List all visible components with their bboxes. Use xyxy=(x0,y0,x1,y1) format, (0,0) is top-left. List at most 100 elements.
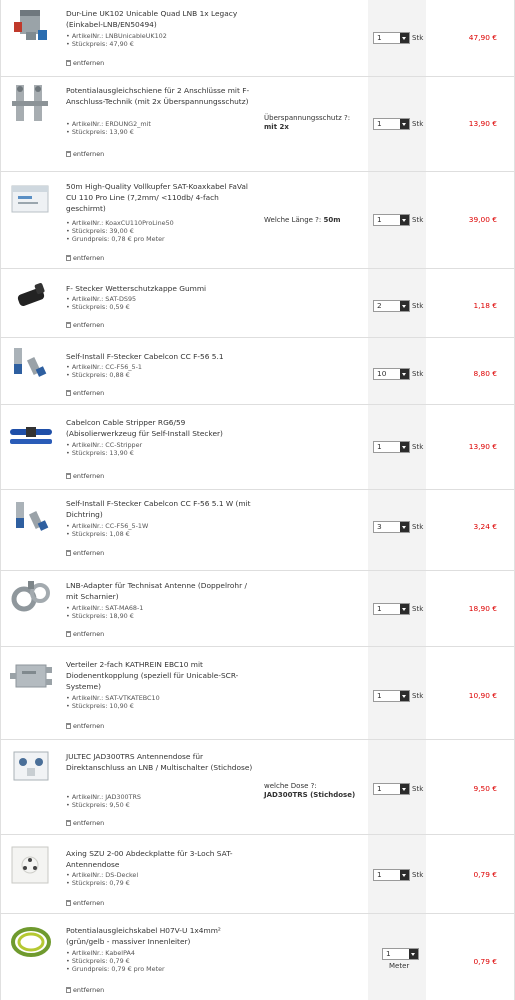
cart-item-row: Dur-Line UK102 Unicable Quad LNB 1x Lega… xyxy=(0,0,515,77)
f-connector-icon[interactable] xyxy=(8,344,54,384)
item-title[interactable]: Axing SZU 2-00 Abdeckplatte für 3-Loch S… xyxy=(66,848,256,870)
item-unit-price: Stückpreis: 39,00 € xyxy=(66,227,256,235)
trash-icon xyxy=(66,151,71,157)
cable-box-icon[interactable] xyxy=(8,180,54,220)
remove-link[interactable]: entfernen xyxy=(66,549,104,557)
rubber-cap-icon[interactable] xyxy=(8,277,54,317)
quantity-unit: Stk xyxy=(412,871,424,879)
grounding-block-icon[interactable] xyxy=(8,83,54,123)
chevron-down-icon xyxy=(400,369,409,379)
item-title[interactable]: LNB-Adapter für Technisat Antenne (Doppe… xyxy=(66,580,256,602)
quantity-unit: Meter xyxy=(389,962,410,970)
remove-link[interactable]: entfernen xyxy=(66,899,104,907)
cart-table: Dur-Line UK102 Unicable Quad LNB 1x Lega… xyxy=(0,0,515,1000)
item-total-price: 1,18 € xyxy=(473,301,497,310)
quantity-unit: Stk xyxy=(412,34,424,42)
item-title[interactable]: F- Stecker Wetterschutzkappe Gummi xyxy=(66,283,256,294)
remove-link[interactable]: entfernen xyxy=(66,59,104,67)
cover-plate-icon[interactable] xyxy=(8,845,54,885)
item-total-price: 13,90 € xyxy=(468,119,497,128)
cart-item-row: F- Stecker Wetterschutzkappe Gummi Artik… xyxy=(0,269,515,338)
remove-link[interactable]: entfernen xyxy=(66,150,104,158)
item-details: ArtikelNr.: KabelPA4 Stückpreis: 0,79 € … xyxy=(66,949,256,973)
remove-link[interactable]: entfernen xyxy=(66,321,104,329)
item-details: ArtikelNr.: CC-F56_5-1 Stückpreis: 0,88 … xyxy=(66,363,256,379)
item-details: ArtikelNr.: DS-Deckel Stückpreis: 0,79 € xyxy=(66,871,256,887)
option-label: Überspannungsschutz ?: xyxy=(264,114,351,122)
remove-link[interactable]: entfernen xyxy=(66,254,104,262)
quantity-select[interactable]: 1 xyxy=(373,214,410,226)
item-title[interactable]: JULTEC JAD300TRS Antennendose für Direkt… xyxy=(66,751,256,773)
remove-link[interactable]: entfernen xyxy=(66,986,104,994)
item-article-number: ArtikelNr.: SAT-VTKATEBC10 xyxy=(66,694,256,702)
lnb-adapter-icon[interactable] xyxy=(8,577,54,617)
item-article-number: ArtikelNr.: SAT-DS95 xyxy=(66,295,256,303)
cart-item-row: LNB-Adapter für Technisat Antenne (Doppe… xyxy=(0,571,515,647)
item-unit-price: Stückpreis: 0,79 € xyxy=(66,879,256,887)
item-unit-price: Stückpreis: 13,90 € xyxy=(66,449,256,457)
remove-link[interactable]: entfernen xyxy=(66,472,104,480)
remove-link[interactable]: entfernen xyxy=(66,722,104,730)
item-title[interactable]: Cabelcon Cable Stripper RG6/59 (Abisolie… xyxy=(66,417,256,439)
item-title[interactable]: 50m High-Quality Vollkupfer SAT-Koaxkabe… xyxy=(66,181,256,214)
item-unit-price: Stückpreis: 1,08 € xyxy=(66,530,256,538)
item-title[interactable]: Potentialausgleichschiene für 2 Anschlüs… xyxy=(66,85,256,107)
quantity-select[interactable]: 1 xyxy=(373,690,410,702)
item-base-price: Grundpreis: 0,79 € pro Meter xyxy=(66,965,256,973)
quantity-select[interactable]: 1 xyxy=(373,32,410,44)
item-title[interactable]: Potentialausgleichskabel H07V-U 1x4mm² (… xyxy=(66,925,256,947)
quantity-select[interactable]: 2 xyxy=(373,300,410,312)
chevron-down-icon xyxy=(400,784,409,794)
item-total-price: 3,24 € xyxy=(473,522,497,531)
item-article-number: ArtikelNr.: SAT-MA68-1 xyxy=(66,604,256,612)
option-value: JAD300TRS (Stichdose) xyxy=(264,791,356,799)
quantity-select[interactable]: 1 xyxy=(373,118,410,130)
chevron-down-icon xyxy=(400,870,409,880)
quantity-unit: Stk xyxy=(412,370,424,378)
quantity-select[interactable]: 1 xyxy=(373,441,410,453)
trash-icon xyxy=(66,987,71,993)
quantity-select[interactable]: 1 xyxy=(373,783,410,795)
splitter-icon[interactable] xyxy=(8,655,54,695)
item-title[interactable]: Verteiler 2-fach KATHREIN EBC10 mit Diod… xyxy=(66,659,256,692)
item-title[interactable]: Self-Install F-Stecker Cabelcon CC F-56 … xyxy=(66,498,256,520)
item-details: ArtikelNr.: JAD300TRS Stückpreis: 9,50 € xyxy=(66,793,256,809)
trash-icon xyxy=(66,390,71,396)
chevron-down-icon xyxy=(400,215,409,225)
item-article-number: ArtikelNr.: JAD300TRS xyxy=(66,793,256,801)
antenna-socket-icon[interactable] xyxy=(8,748,54,788)
remove-link[interactable]: entfernen xyxy=(66,389,104,397)
remove-link[interactable]: entfernen xyxy=(66,630,104,638)
cart-item-row: Verteiler 2-fach KATHREIN EBC10 mit Diod… xyxy=(0,647,515,740)
item-unit-price: Stückpreis: 13,90 € xyxy=(66,128,256,136)
item-details: ArtikelNr.: KoaxCU110ProLine50 Stückprei… xyxy=(66,219,256,243)
trash-icon xyxy=(66,820,71,826)
item-title[interactable]: Self-Install F-Stecker Cabelcon CC F-56 … xyxy=(66,351,256,362)
cart-item-row: Potentialausgleichskabel H07V-U 1x4mm² (… xyxy=(0,914,515,1000)
lnb-icon[interactable] xyxy=(8,6,54,46)
item-unit-price: Stückpreis: 10,90 € xyxy=(66,702,256,710)
item-option: Welche Länge ?: 50m xyxy=(264,216,368,225)
quantity-select[interactable]: 3 xyxy=(373,521,410,533)
item-unit-price: Stückpreis: 0,59 € xyxy=(66,303,256,311)
item-details: ArtikelNr.: CC-Stripper Stückpreis: 13,9… xyxy=(66,441,256,457)
cable-stripper-icon[interactable] xyxy=(8,417,54,457)
quantity-select[interactable]: 1 xyxy=(382,948,419,960)
remove-link[interactable]: entfernen xyxy=(66,819,104,827)
quantity-unit: Stk xyxy=(412,785,424,793)
item-title[interactable]: Dur-Line UK102 Unicable Quad LNB 1x Lega… xyxy=(66,8,256,30)
trash-icon xyxy=(66,550,71,556)
item-details: ArtikelNr.: CC-F56_5-1W Stückpreis: 1,08… xyxy=(66,522,256,538)
cable-coil-icon[interactable] xyxy=(8,922,54,962)
item-details: ArtikelNr.: LNBUnicableUK102 Stückpreis:… xyxy=(66,32,256,48)
item-article-number: ArtikelNr.: DS-Deckel xyxy=(66,871,256,879)
item-unit-price: Stückpreis: 0,79 € xyxy=(66,957,256,965)
quantity-select[interactable]: 1 xyxy=(373,603,410,615)
f-connector-icon[interactable] xyxy=(8,498,54,538)
quantity-select[interactable]: 1 xyxy=(373,869,410,881)
chevron-down-icon xyxy=(400,604,409,614)
item-details: ArtikelNr.: SAT-MA68-1 Stückpreis: 18,90… xyxy=(66,604,256,620)
item-total-price: 0,79 € xyxy=(473,870,497,879)
item-details: ArtikelNr.: SAT-DS95 Stückpreis: 0,59 € xyxy=(66,295,256,311)
quantity-select[interactable]: 10 xyxy=(373,368,410,380)
